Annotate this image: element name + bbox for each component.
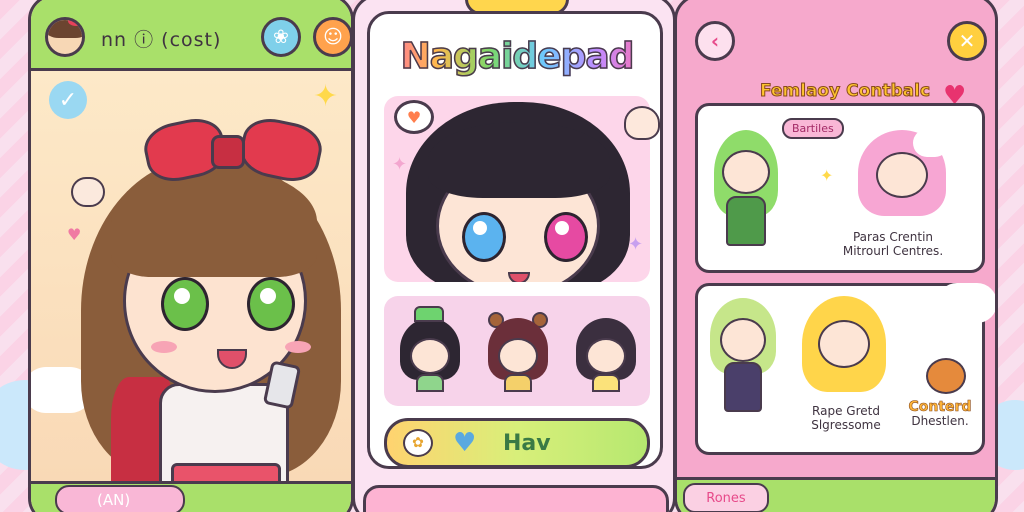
left-phone-screen: nn ⓘ (cost) ❀ ☺ ✓ ✦ ♥ (AN) <box>28 0 354 512</box>
card-caption: Paras Crentin Mitrourl Centres. <box>818 230 968 258</box>
chat-bubble-icon: ❀ <box>273 26 289 48</box>
app-card: Nagaidepad ♥ ✦ ✦ ✿ ♥ Hav <box>367 11 663 469</box>
cloud-decoration <box>937 283 995 323</box>
bottom-tab[interactable]: Rones <box>683 483 769 512</box>
action-button[interactable]: ✿ ♥ Hav <box>384 418 650 468</box>
emoji-button[interactable]: ☺ <box>313 17 351 57</box>
right-phone-screen: ‹ ✕ Femlaoy Contbalc ♥ Bartiles Paras Cr… <box>674 0 998 512</box>
caption-title: Conterd <box>908 399 972 415</box>
bottom-tab-label: Rones <box>706 490 746 506</box>
green-hair-character <box>710 130 780 266</box>
middle-bottom-bar <box>363 485 669 512</box>
card-tag: Bartiles <box>782 118 844 139</box>
caption-line: Slgressome <box>811 418 881 432</box>
variant-option[interactable] <box>400 306 460 394</box>
bird-icon[interactable]: ✓ <box>49 81 87 119</box>
chat-button[interactable]: ❀ <box>261 17 301 57</box>
smiley-icon: ☺ <box>323 26 343 48</box>
section-heading: Femlaoy Contbalc <box>759 81 931 102</box>
blonde-character <box>802 296 886 416</box>
featured-character[interactable] <box>71 113 351 512</box>
back-button[interactable]: ‹ <box>695 21 735 61</box>
avatar[interactable] <box>45 17 85 57</box>
card-caption: Conterd Dhestlen. <box>898 400 982 428</box>
chevron-left-icon: ‹ <box>710 29 720 53</box>
app-logo: Nagaidepad <box>382 35 652 78</box>
caption-line: Mitrourl Centres. <box>842 244 944 258</box>
variant-option[interactable] <box>576 318 636 394</box>
caption-line: Dhestlen. <box>911 414 969 428</box>
bottom-tab-label: (AN) <box>97 491 131 509</box>
variant-row <box>384 296 650 406</box>
sparkle-icon: ✦ <box>313 79 339 114</box>
caption-line: Rape Gretd <box>812 404 880 418</box>
heart-icon: ♥ <box>453 428 477 458</box>
caption-line: Paras Crentin <box>852 230 934 244</box>
sparkle-icon: ✦ <box>820 166 834 185</box>
cloud-decoration <box>913 129 949 157</box>
close-button[interactable]: ✕ <box>947 21 987 61</box>
flower-icon: ✿ <box>403 429 433 457</box>
variant-option[interactable] <box>488 312 548 394</box>
lime-hair-character <box>708 298 778 438</box>
close-icon: ✕ <box>958 29 976 53</box>
header-title: nn ⓘ (cost) <box>101 29 222 51</box>
middle-phone-screen: Nagaidepad ♥ ✦ ✦ ✿ ♥ Hav <box>352 0 676 512</box>
bear-mascot <box>926 358 966 398</box>
action-button-label: Hav <box>503 431 551 456</box>
character-card[interactable]: Bartiles Paras Crentin Mitrourl Centres.… <box>695 103 985 273</box>
sparkle-icon: ✦ <box>628 234 644 255</box>
heart-speech-icon: ♥ <box>394 100 434 134</box>
sparkle-icon: ✦ <box>392 154 408 175</box>
card-caption: Rape Gretd Slgressome <box>794 404 898 432</box>
ghost-sticker <box>624 106 660 140</box>
bottom-tab[interactable]: (AN) <box>55 485 185 512</box>
